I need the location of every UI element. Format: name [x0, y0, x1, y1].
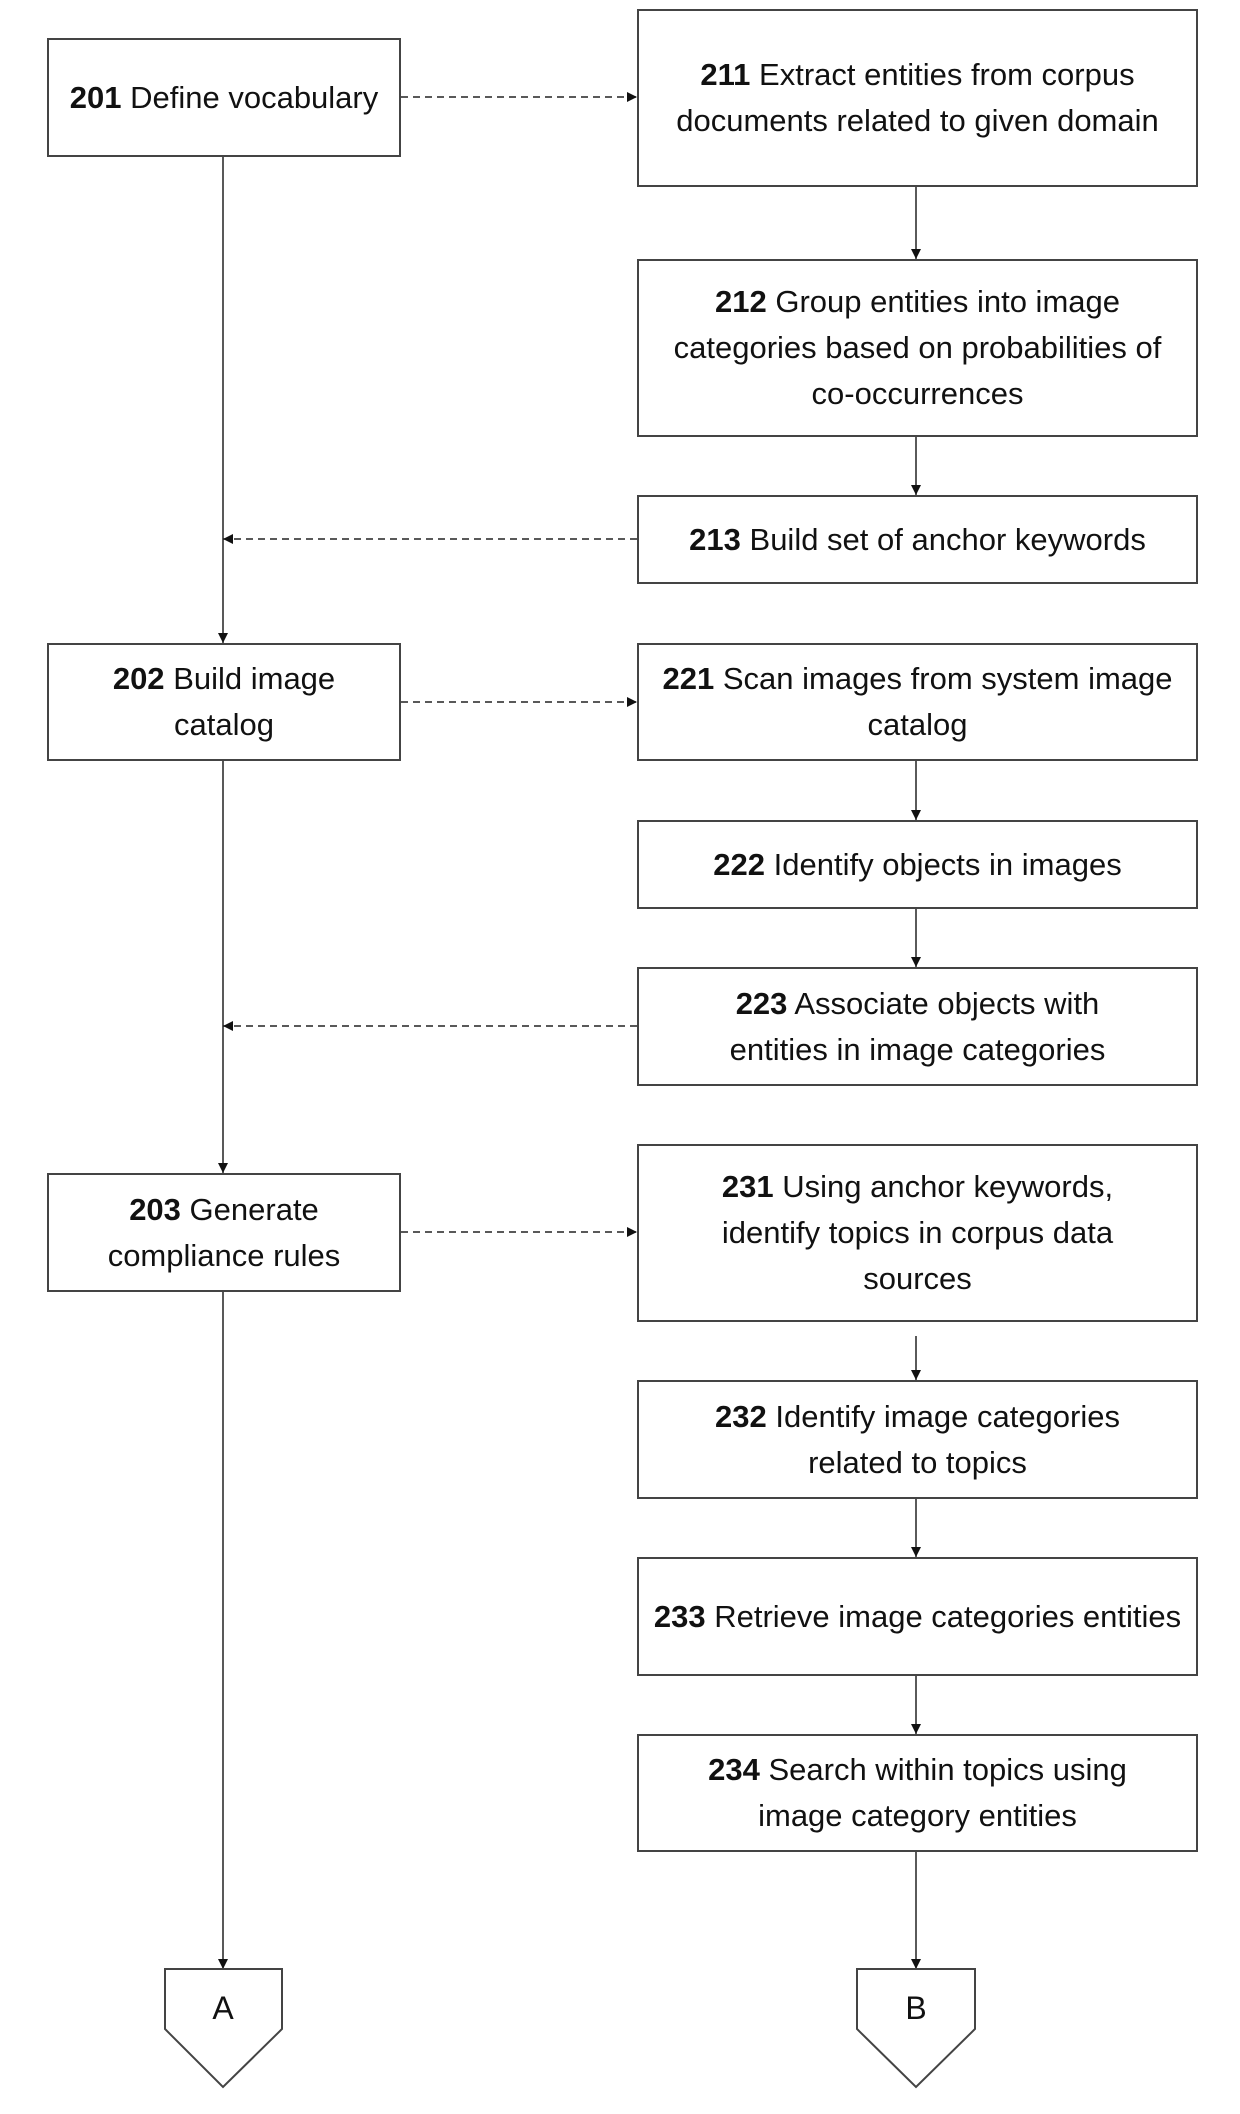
step-text: Using anchor keywords, identify topics i…: [721, 1169, 1114, 1296]
step-number: 233: [653, 1598, 706, 1634]
step-text: Identify image categories related to top…: [775, 1398, 1120, 1480]
step-text: Identify objects in images: [773, 846, 1122, 882]
step-number: 201: [69, 79, 122, 115]
step-222-box: 222 Identify objects in images: [637, 820, 1198, 909]
flowchart: 201 Define vocabulary 202 Build image ca…: [0, 0, 1240, 2114]
step-text: Scan images from system image catalog: [722, 661, 1173, 742]
step-number: 213: [689, 521, 741, 557]
step-number: 211: [700, 57, 751, 92]
step-213-box: 213 Build set of anchor keywords: [637, 495, 1198, 584]
step-212-box: 212 Group entities into image categories…: [637, 259, 1198, 437]
step-number: 223: [735, 985, 788, 1021]
step-number: 203: [129, 1191, 181, 1227]
step-202-box: 202 Build image catalog: [47, 643, 401, 761]
step-text: Build image catalog: [173, 661, 336, 742]
step-223-box: 223 Associate objects with entities in i…: [637, 967, 1198, 1086]
step-231-box: 231 Using anchor keywords, identify topi…: [637, 1144, 1198, 1322]
step-text: Build set of anchor keywords: [749, 521, 1146, 557]
step-number: 234: [708, 1752, 760, 1787]
step-text: Associate objects with entities in image…: [729, 985, 1106, 1067]
step-233-box: 233 Retrieve image categories entities: [637, 1557, 1198, 1676]
connector-b-label: B: [905, 1990, 927, 2026]
step-number: 212: [715, 284, 767, 319]
step-text: Search within topics using image categor…: [758, 1752, 1127, 1833]
step-221-box: 221 Scan images from system image catalo…: [637, 643, 1198, 761]
step-number: 202: [112, 661, 165, 696]
step-number: 222: [713, 846, 766, 882]
step-232-box: 232 Identify image categories related to…: [637, 1380, 1198, 1499]
step-number: 232: [715, 1398, 767, 1434]
step-number: 231: [721, 1169, 774, 1204]
step-text: Define vocabulary: [130, 79, 379, 115]
step-number: 221: [662, 661, 715, 696]
step-text: Retrieve image categories entities: [714, 1598, 1182, 1634]
step-203-box: 203 Generate compliance rules: [47, 1173, 401, 1292]
connector-a-label: A: [212, 1990, 234, 2026]
step-211-box: 211 Extract entities from corpus documen…: [637, 9, 1198, 187]
step-234-box: 234 Search within topics using image cat…: [637, 1734, 1198, 1852]
step-201-box: 201 Define vocabulary: [47, 38, 401, 157]
